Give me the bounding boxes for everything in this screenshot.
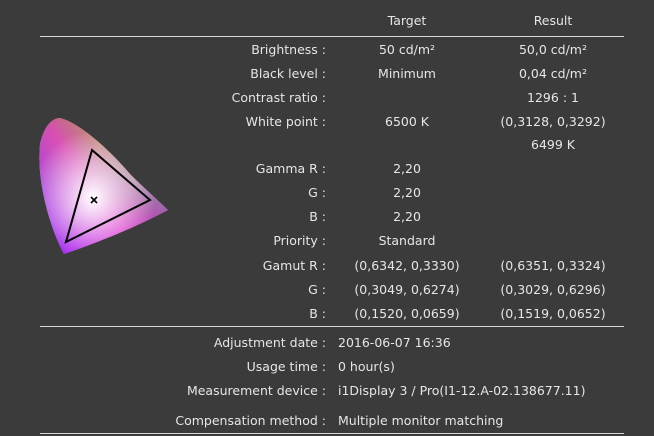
cie-chromaticity-diagram-icon — [39, 118, 169, 254]
info-label: Compensation method : — [175, 413, 326, 428]
row-result-value: (0,1519, 0,0652) — [500, 306, 606, 321]
row-target-value: 6500 K — [385, 114, 429, 129]
row-target-value: (0,6342, 0,3330) — [354, 258, 460, 273]
header-divider — [40, 36, 624, 37]
row-label: B : — [309, 306, 326, 321]
row-label: Priority : — [273, 233, 326, 248]
row-label: Brightness : — [251, 42, 326, 57]
row-result-value: (0,3128, 0,3292) — [500, 114, 606, 129]
info-value: 2016-06-07 16:36 — [338, 335, 451, 350]
row-label: Black level : — [250, 66, 326, 81]
row-result-value: (0,6351, 0,3324) — [500, 258, 606, 273]
row-label: White point : — [245, 114, 326, 129]
row-label: G : — [308, 282, 326, 297]
row-target-value: Minimum — [378, 66, 436, 81]
row-label: Gamut R : — [262, 258, 326, 273]
info-value: 0 hour(s) — [338, 359, 395, 374]
row-target-value: 2,20 — [393, 185, 421, 200]
info-label: Usage time : — [246, 359, 326, 374]
info-value: Multiple monitor matching — [338, 413, 504, 428]
info-label: Adjustment date : — [213, 335, 326, 350]
row-target-value: Standard — [378, 233, 436, 248]
row-target-value: 50 cd/m² — [378, 42, 436, 57]
bottom-divider — [40, 433, 624, 434]
row-target-value: 2,20 — [393, 209, 421, 224]
row-label: Contrast ratio : — [231, 90, 326, 105]
row-target-value: (0,1520, 0,0659) — [354, 306, 460, 321]
row-target-value: 2,20 — [393, 161, 421, 176]
row-result-value: (0,3029, 0,6296) — [500, 282, 606, 297]
row-label: Gamma R : — [255, 161, 326, 176]
row-label: B : — [309, 209, 326, 224]
row-result-value: 6499 K — [531, 137, 575, 152]
target-column-header: Target — [387, 13, 427, 28]
info-divider — [40, 326, 624, 327]
row-result-value: 0,04 cd/m² — [518, 66, 587, 81]
info-label: Measurement device : — [186, 383, 326, 398]
row-target-value: (0,3049, 0,6274) — [354, 282, 460, 297]
info-value: i1Display 3 / Pro(I1-12.A-02.138677.11) — [338, 383, 586, 398]
row-label: G : — [308, 185, 326, 200]
result-column-header: Result — [533, 13, 573, 28]
row-result-value: 1296 : 1 — [527, 90, 579, 105]
row-result-value: 50,0 cd/m² — [518, 42, 587, 57]
